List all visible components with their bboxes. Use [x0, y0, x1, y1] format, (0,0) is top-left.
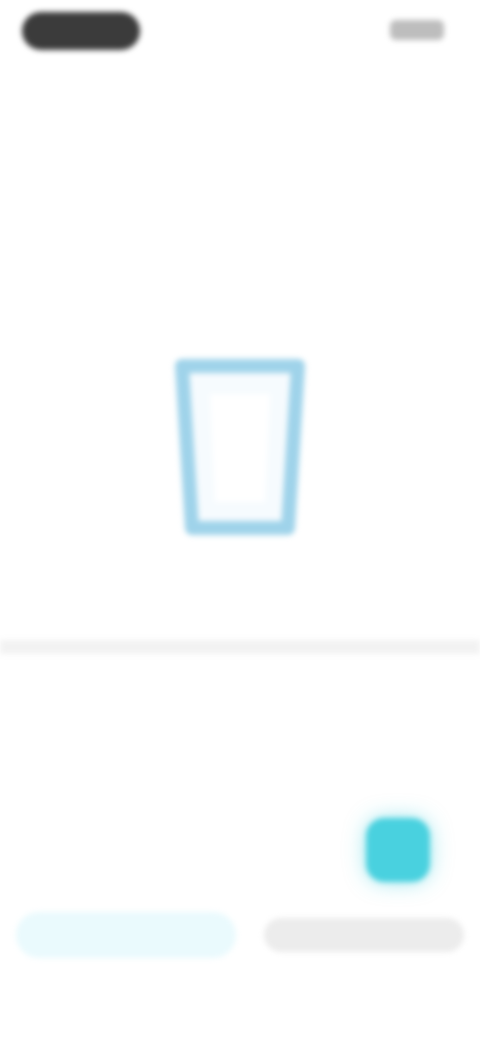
status-bar: [0, 0, 480, 60]
illustration-subcaption: [0, 588, 480, 610]
floating-action-button[interactable]: [366, 818, 430, 882]
app-screen: [0, 0, 480, 1040]
dynamic-island: [22, 12, 140, 50]
secondary-tab[interactable]: [264, 918, 464, 952]
battery-icon: [390, 20, 444, 40]
primary-tab-label: [78, 924, 178, 946]
header-title: [0, 76, 480, 102]
cup-icon: [175, 359, 305, 535]
cup-illustration: [170, 352, 310, 542]
bottom-actions: [16, 912, 464, 958]
illustration-caption: [0, 562, 480, 584]
section-divider: [0, 640, 480, 654]
section-title: [22, 704, 458, 736]
primary-tab[interactable]: [16, 912, 236, 958]
